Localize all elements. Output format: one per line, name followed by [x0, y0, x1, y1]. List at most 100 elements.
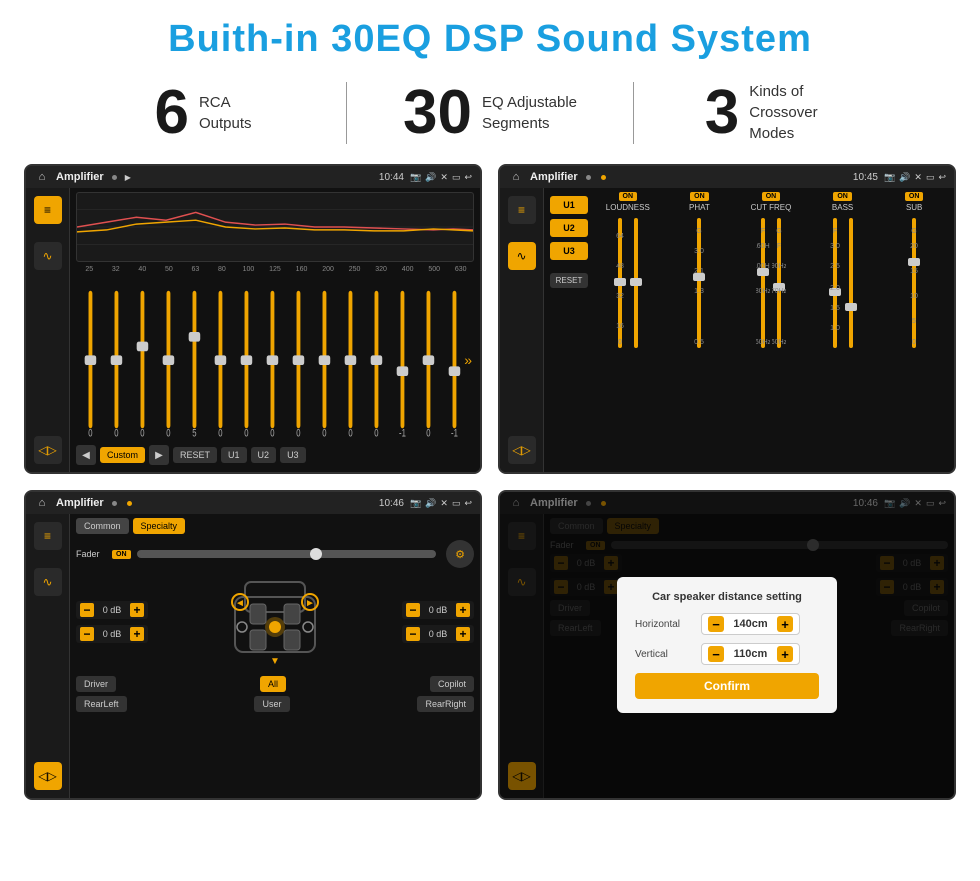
- crossover-side-vol[interactable]: ◁▷: [508, 436, 536, 464]
- x-icon: ✕: [440, 172, 448, 183]
- dialog-horizontal-value: 140cm: [728, 618, 773, 630]
- all-btn[interactable]: All: [260, 676, 286, 692]
- preset-reset-btn[interactable]: RESET: [550, 273, 588, 288]
- db-plus-rr[interactable]: +: [456, 627, 470, 641]
- bass-slider1[interactable]: F 3.0 2.5 2.0 1.5 1.0: [828, 218, 842, 348]
- dialog-horizontal-label: Horizontal: [635, 619, 695, 630]
- db-minus-fl[interactable]: −: [80, 603, 94, 617]
- dialog-vertical-minus[interactable]: −: [708, 646, 724, 662]
- svg-text:2.0: 2.0: [830, 285, 840, 292]
- freq-630: 630: [447, 266, 474, 273]
- play-icon[interactable]: ▶: [125, 173, 131, 182]
- settings-icon[interactable]: ⚙: [446, 540, 474, 568]
- crossover-side-eq[interactable]: ≡: [508, 196, 536, 224]
- cutfreq-slider1[interactable]: F 160Hz 100Hz 80Hz 60Hz: [756, 218, 770, 348]
- eq-btn-active[interactable]: ≡: [34, 196, 62, 224]
- dialog-horizontal-plus[interactable]: +: [777, 616, 793, 632]
- back-icon[interactable]: ↩: [464, 172, 472, 183]
- loudness-slider2[interactable]: [629, 218, 643, 348]
- preset-u1-btn[interactable]: U1: [550, 196, 588, 214]
- fader-time: 10:46: [379, 498, 404, 509]
- fader-label: Fader: [76, 549, 106, 559]
- driver-btn[interactable]: Driver: [76, 676, 116, 692]
- home-icon[interactable]: ⌂: [34, 169, 50, 185]
- label-bass: BASS: [832, 203, 853, 212]
- eq-graph: [76, 192, 474, 262]
- confirm-button[interactable]: Confirm: [635, 673, 819, 699]
- fader-h-slider[interactable]: [137, 550, 437, 558]
- db-minus-rl[interactable]: −: [80, 627, 94, 641]
- eq-u2-btn[interactable]: U2: [251, 447, 277, 463]
- loudness-slider[interactable]: 64 48 32 16 0: [613, 218, 627, 348]
- eq-prev-btn[interactable]: ◀: [76, 445, 96, 465]
- eq-btn-vol[interactable]: ◁▷: [34, 436, 62, 464]
- home-icon-3[interactable]: ⌂: [34, 495, 50, 511]
- fader-side-eq[interactable]: ≡: [34, 522, 62, 550]
- copilot-btn[interactable]: Copilot: [430, 676, 474, 692]
- status-dot: [112, 175, 117, 180]
- svg-text:0: 0: [912, 339, 916, 346]
- crossover-cols: ON LOUDNESS 64 48 32 16 0: [594, 192, 948, 468]
- svg-text:32: 32: [616, 293, 624, 300]
- dialog-overlay: Car speaker distance setting Horizontal …: [500, 492, 954, 798]
- tab-common[interactable]: Common: [76, 518, 129, 534]
- eq-btn-wave[interactable]: ∿: [34, 242, 62, 270]
- crossover-side-wave[interactable]: ∿: [508, 242, 536, 270]
- sub-slider[interactable]: G 20 15 10 5 0: [907, 218, 921, 348]
- user-btn[interactable]: User: [254, 696, 289, 712]
- status-dot-4: [112, 501, 117, 506]
- on-cutfreq: ON: [762, 192, 781, 201]
- expand-icon[interactable]: »: [464, 352, 472, 368]
- preset-u3-btn[interactable]: U3: [550, 242, 588, 260]
- dialog-vertical-plus[interactable]: +: [777, 646, 793, 662]
- fader-on-toggle[interactable]: ON: [112, 550, 131, 559]
- eq-next-btn[interactable]: ▶: [149, 445, 169, 465]
- svg-text:-1: -1: [399, 427, 406, 440]
- svg-text:5: 5: [912, 318, 916, 325]
- back-icon-2[interactable]: ↩: [938, 172, 946, 183]
- dialog-vertical-control: − 110cm +: [701, 643, 800, 665]
- stat-rca: 6 RCAOutputs: [60, 82, 347, 144]
- db-plus-rl[interactable]: +: [130, 627, 144, 641]
- x-icon-3: ✕: [440, 498, 448, 509]
- svg-text:0: 0: [426, 427, 430, 440]
- rearright-btn[interactable]: RearRight: [417, 696, 474, 712]
- phat-slider[interactable]: G 3.0 2.1 1.3 0.5: [692, 218, 706, 348]
- svg-text:60Hz: 60Hz: [756, 339, 770, 346]
- db-value-rr: 0 dB: [423, 629, 453, 639]
- cutfreq-slider2[interactable]: G F 90Hz 70Hz 60Hz: [772, 218, 786, 348]
- dialog-horizontal-control: − 140cm +: [701, 613, 800, 635]
- bass-slider2[interactable]: [844, 218, 858, 348]
- camera-icon-2: 📷: [884, 172, 895, 183]
- svg-text:G: G: [911, 228, 916, 235]
- freq-320: 320: [368, 266, 395, 273]
- svg-text:48: 48: [616, 263, 624, 270]
- on-sub: ON: [905, 192, 924, 201]
- db-plus-fr[interactable]: +: [456, 603, 470, 617]
- eq-time: 10:44: [379, 172, 404, 183]
- freq-160: 160: [288, 266, 315, 273]
- stats-row: 6 RCAOutputs 30 EQ AdjustableSegments 3 …: [0, 71, 980, 158]
- db-minus-rr[interactable]: −: [406, 627, 420, 641]
- screens-grid: ⌂ Amplifier ▶ 10:44 📷 🔊 ✕ ▭ ↩ ≡ ∿ ◁▷: [0, 158, 980, 810]
- home-icon-2[interactable]: ⌂: [508, 169, 524, 185]
- svg-text:64: 64: [616, 233, 624, 240]
- svg-text:3.0: 3.0: [830, 243, 840, 250]
- tab-specialty[interactable]: Specialty: [133, 518, 186, 534]
- fader-side-wave[interactable]: ∿: [34, 568, 62, 596]
- db-minus-fr[interactable]: −: [406, 603, 420, 617]
- eq-main: 25 32 40 50 63 80 100 125 160 200 250 32…: [70, 188, 480, 472]
- dialog-horizontal-minus[interactable]: −: [708, 616, 724, 632]
- db-plus-fl[interactable]: +: [130, 603, 144, 617]
- col-loudness: ON LOUDNESS 64 48 32 16 0: [594, 192, 662, 348]
- back-icon-3[interactable]: ↩: [464, 498, 472, 509]
- eq-u1-btn[interactable]: U1: [221, 447, 247, 463]
- rearleft-btn[interactable]: RearLeft: [76, 696, 127, 712]
- eq-reset-btn[interactable]: RESET: [173, 447, 217, 463]
- svg-text:0.5: 0.5: [695, 339, 705, 346]
- fader-side-vol[interactable]: ◁▷: [34, 762, 62, 790]
- eq-u3-btn[interactable]: U3: [280, 447, 306, 463]
- preset-u2-btn[interactable]: U2: [550, 219, 588, 237]
- eq-custom-btn[interactable]: Custom: [100, 447, 145, 463]
- freq-400: 400: [394, 266, 421, 273]
